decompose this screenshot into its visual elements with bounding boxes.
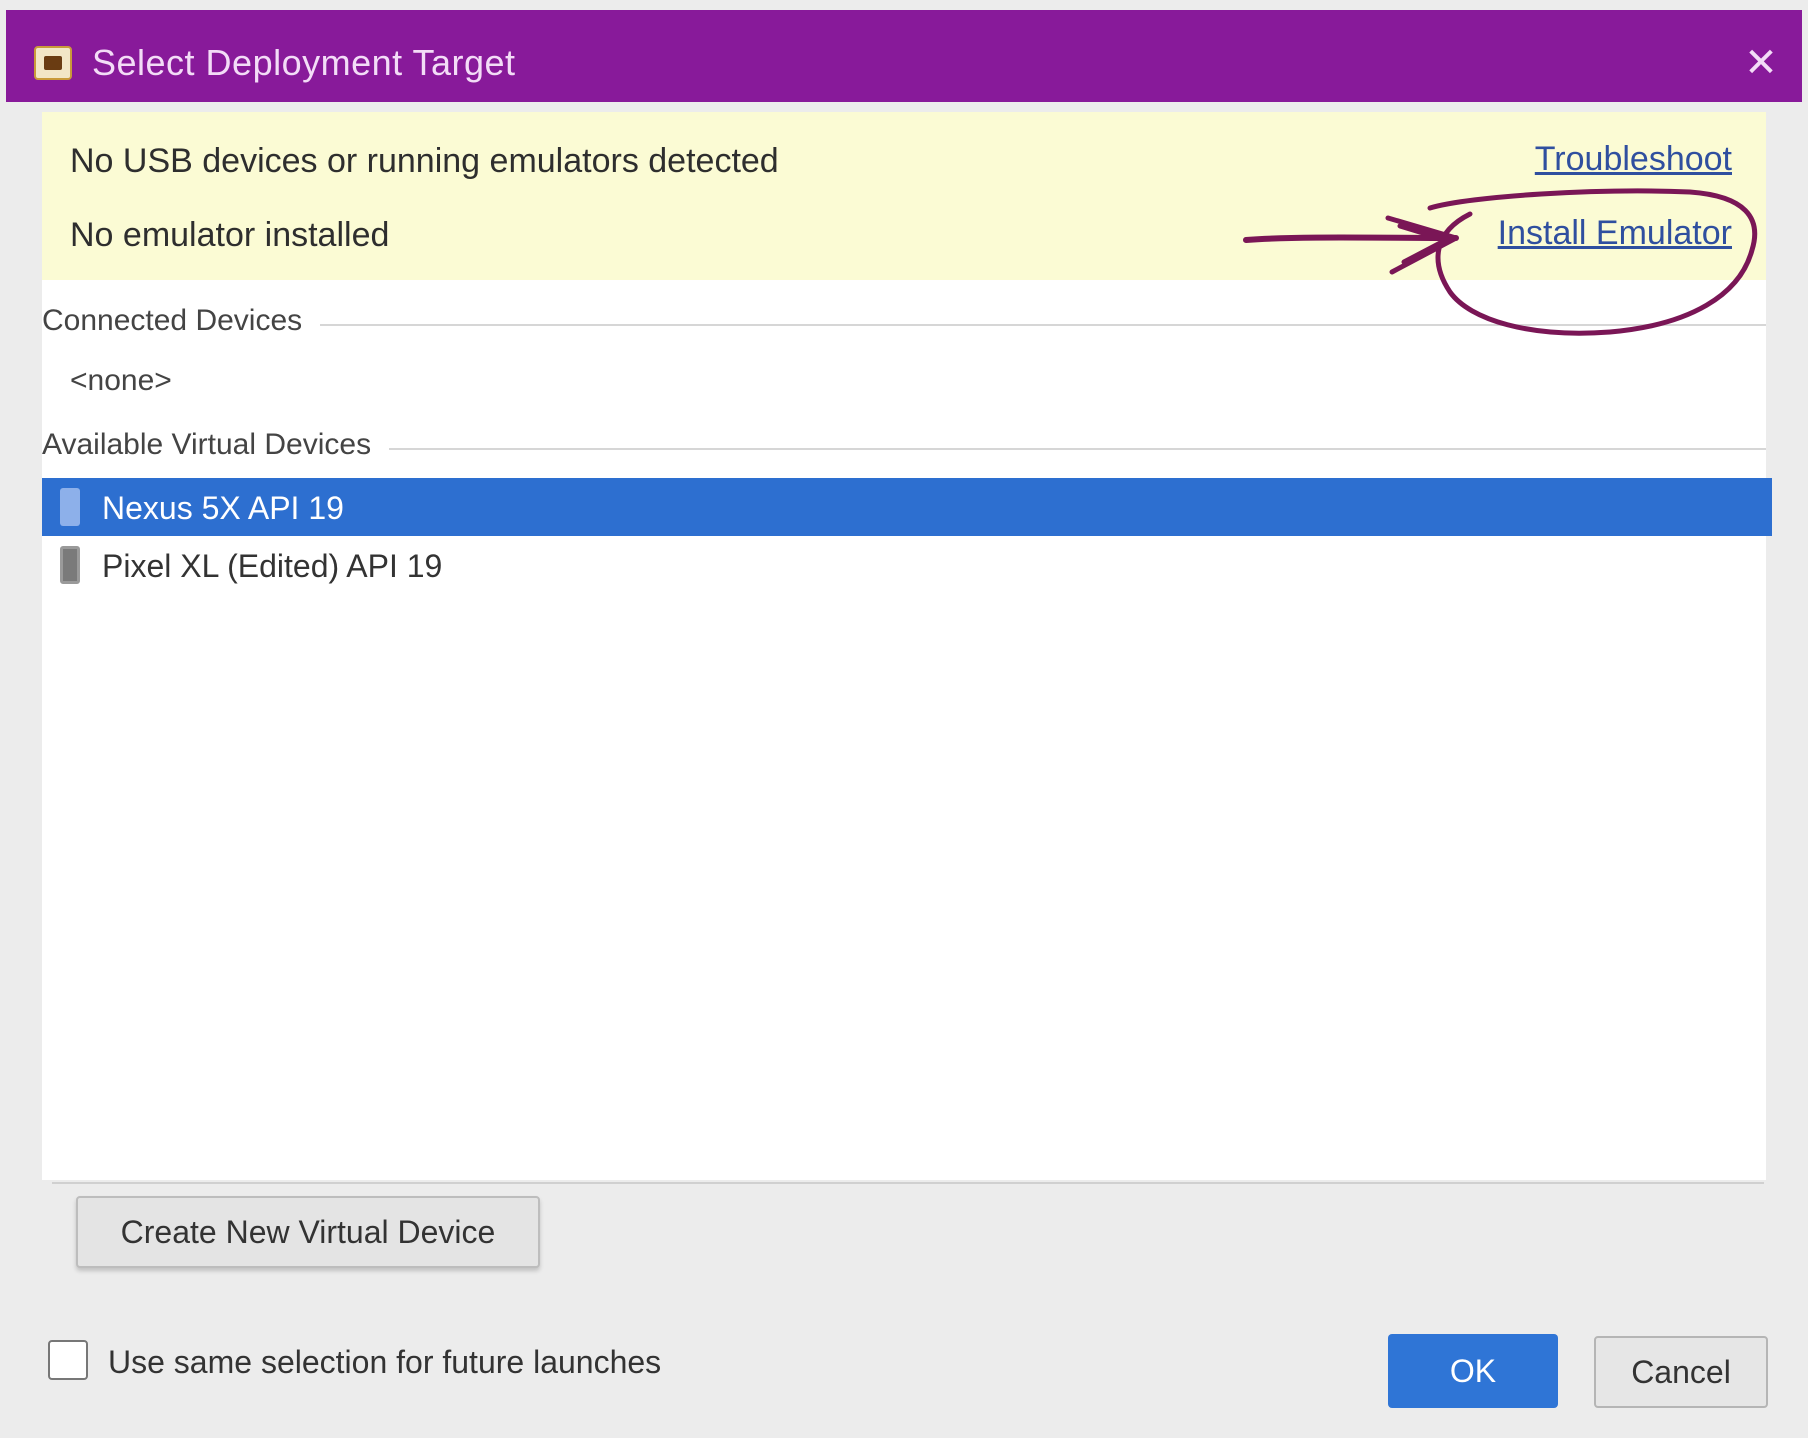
title-bar: Select Deployment Target ✕ [6, 10, 1802, 102]
dialog-title: Select Deployment Target [92, 42, 516, 83]
virtual-device-row[interactable]: Pixel XL (Edited) API 19 [42, 536, 1772, 594]
future-launches-label: Use same selection for future launches [108, 1344, 662, 1380]
no-usb-devices-message: No USB devices or running emulators dete… [70, 142, 779, 180]
phone-icon [60, 488, 80, 526]
connected-devices-header: Connected Devices [42, 304, 1766, 344]
available-virtual-devices-label: Available Virtual Devices [42, 428, 390, 462]
troubleshoot-link[interactable]: Troubleshoot [1535, 140, 1732, 179]
close-icon[interactable]: ✕ [1738, 40, 1784, 86]
ok-button[interactable]: OK [1388, 1334, 1558, 1408]
phone-icon [60, 546, 80, 584]
connected-devices-label: Connected Devices [42, 304, 321, 338]
install-emulator-link[interactable]: Install Emulator [1498, 214, 1732, 253]
warning-banner: No USB devices or running emulators dete… [42, 112, 1766, 280]
no-emulator-message: No emulator installed [70, 216, 390, 254]
future-launches-checkbox[interactable] [48, 1340, 88, 1380]
no-connected-devices-text: <none> [70, 364, 172, 397]
deployment-dialog: Select Deployment Target ✕ No USB device… [0, 0, 1808, 1438]
virtual-device-name: Pixel XL (Edited) API 19 [102, 548, 443, 584]
android-studio-icon [34, 46, 72, 80]
cancel-button[interactable]: Cancel [1594, 1336, 1768, 1408]
available-virtual-devices-header: Available Virtual Devices [42, 428, 1766, 468]
panel-divider [52, 1182, 1764, 1184]
virtual-device-name: Nexus 5X API 19 [102, 490, 344, 526]
virtual-device-row[interactable]: Nexus 5X API 19 [42, 478, 1772, 536]
device-list-panel: Connected Devices <none> Available Virtu… [42, 280, 1772, 1180]
create-virtual-device-button[interactable]: Create New Virtual Device [76, 1196, 540, 1268]
